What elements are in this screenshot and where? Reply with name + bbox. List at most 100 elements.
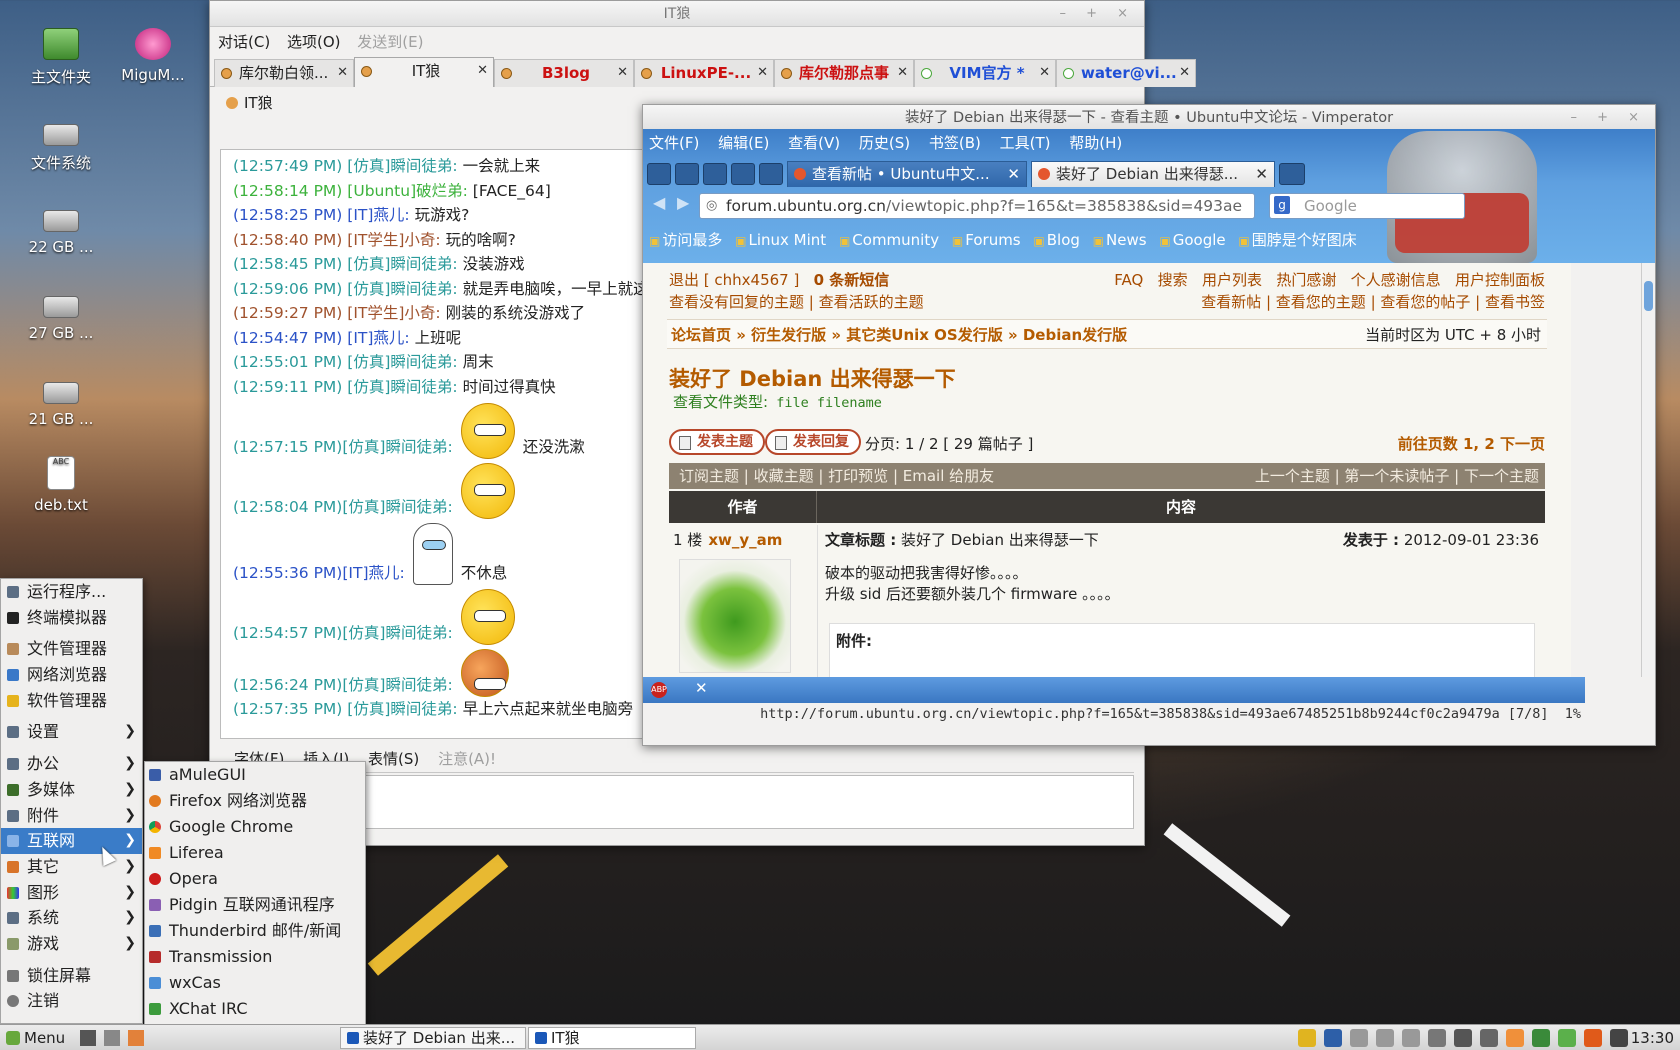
hot-thanks-link[interactable]: 热门感谢: [1276, 271, 1336, 289]
update-manager-icon[interactable]: [1532, 1029, 1550, 1047]
pinned-tab-icon[interactable]: [759, 163, 783, 185]
close-tab-icon[interactable]: ✕: [757, 60, 768, 86]
weather-icon[interactable]: [1506, 1029, 1524, 1047]
menu-multimedia[interactable]: 多媒体 ❯: [1, 777, 142, 803]
menu-file-manager[interactable]: 文件管理器: [1, 636, 142, 662]
menu-system[interactable]: 系统 ❯: [1, 905, 142, 931]
file-manager-icon[interactable]: [104, 1030, 120, 1046]
search-link[interactable]: 搜索: [1158, 271, 1188, 289]
menu-conversation[interactable]: 对话(C): [218, 33, 270, 51]
bookmark-linux-mint[interactable]: Linux Mint: [735, 231, 826, 249]
close-tab-icon[interactable]: ✕: [477, 58, 488, 84]
tools-icon[interactable]: [1584, 1029, 1602, 1047]
menu-run-program[interactable]: 运行程序...: [1, 579, 142, 605]
bookmark-weibo-image[interactable]: 围脖是个好图床: [1238, 231, 1356, 249]
tab-vim-official[interactable]: VIM官方 * ✕: [914, 59, 1056, 87]
shield-icon[interactable]: [1558, 1029, 1576, 1047]
menu-history[interactable]: 历史(S): [859, 134, 910, 152]
menu-software-manager[interactable]: 软件管理器: [1, 688, 142, 714]
bookmark-forums[interactable]: Forums: [952, 231, 1021, 249]
pen-icon[interactable]: [1610, 1029, 1628, 1047]
faq-link[interactable]: FAQ: [1114, 271, 1143, 289]
volume-icon[interactable]: [1454, 1029, 1472, 1047]
post-reply-button[interactable]: 发表回复: [765, 429, 861, 455]
workspace-icon[interactable]: [1402, 1029, 1420, 1047]
app-thunderbird[interactable]: Thunderbird 邮件/新闻: [145, 918, 365, 944]
thanks-info-link[interactable]: 个人感谢信息: [1351, 271, 1441, 289]
new-tab-button[interactable]: [1279, 163, 1305, 185]
menu-help[interactable]: 帮助(H): [1069, 134, 1122, 152]
show-desktop-icon[interactable]: [80, 1030, 96, 1046]
menu-view[interactable]: 查看(V): [788, 134, 840, 152]
tab-water[interactable]: water@vi... ✕: [1056, 59, 1196, 87]
tab-kuerle-nadianshi[interactable]: 库尔勒那点事 ✕: [774, 59, 914, 87]
menu-edit[interactable]: 编辑(E): [718, 134, 769, 152]
menu-send-to[interactable]: 发送到(E): [357, 33, 423, 51]
topic-title[interactable]: 装好了 Debian 出来得瑟一下: [669, 363, 956, 393]
app-liferea[interactable]: Liferea: [145, 840, 365, 866]
avatar[interactable]: [679, 559, 791, 673]
tab-debian-topic[interactable]: 装好了 Debian 出来得瑟... ✕: [1031, 161, 1275, 187]
start-menu-button[interactable]: Menu: [0, 1025, 76, 1050]
app-xchat[interactable]: XChat IRC: [145, 996, 365, 1022]
topic-nav-right[interactable]: 上一个主题 | 第一个未读帖子 | 下一个主题: [1255, 463, 1539, 489]
new-topic-button[interactable]: 发表主题: [669, 429, 765, 455]
bookmark-blog[interactable]: Blog: [1033, 231, 1080, 249]
workspace-icon[interactable]: [1350, 1029, 1368, 1047]
private-messages-link[interactable]: 0 条新短信: [814, 271, 890, 289]
menu-other[interactable]: 其它 ❯: [1, 854, 142, 880]
window-titlebar[interactable]: IT狼 – + ×: [210, 1, 1144, 27]
app-firefox[interactable]: Firefox 网络浏览器: [145, 788, 365, 814]
menu-graphics[interactable]: 图形 ❯: [1, 880, 142, 906]
tray-app-icon[interactable]: [1298, 1029, 1316, 1047]
unanswered-topics-links[interactable]: 查看没有回复的主题 | 查看活跃的主题: [669, 293, 924, 311]
close-tab-icon[interactable]: ✕: [617, 60, 628, 86]
window-controls[interactable]: – + ×: [1059, 1, 1136, 27]
menu-logout[interactable]: 注销: [1, 988, 142, 1014]
window-controls[interactable]: – + ×: [1570, 105, 1647, 131]
page-scrollbar[interactable]: [1641, 263, 1655, 677]
post-author-link[interactable]: xw_y_am: [708, 531, 782, 549]
app-google-chrome[interactable]: Google Chrome: [145, 814, 365, 840]
close-tab-icon[interactable]: ✕: [1007, 162, 1020, 186]
back-arrow-icon[interactable]: ◀: [653, 193, 665, 212]
close-tab-icon[interactable]: ✕: [897, 60, 908, 86]
close-icon[interactable]: ✕: [695, 679, 708, 697]
menu-web-browser[interactable]: 网络浏览器: [1, 662, 142, 688]
menu-internet[interactable]: 互联网 ❯: [1, 828, 142, 854]
workspace-switcher-icon[interactable]: [1324, 1029, 1342, 1047]
app-opera[interactable]: Opera: [145, 866, 365, 892]
menu-terminal[interactable]: 终端模拟器: [1, 605, 142, 631]
window-titlebar[interactable]: 装好了 Debian 出来得瑟一下 - 查看主题 • Ubuntu中文论坛 - …: [643, 105, 1655, 131]
menu-options[interactable]: 选项(O): [287, 33, 341, 51]
desktop-icon-migu[interactable]: MiguM...: [98, 28, 208, 84]
menu-bookmarks[interactable]: 书签(B): [929, 134, 981, 152]
topic-actions-left[interactable]: 订阅主题 | 收藏主题 | 打印预览 | Email 给朋友: [679, 467, 994, 485]
tab-new-posts[interactable]: 查看新帖 • Ubuntu中文... ✕: [787, 161, 1027, 187]
bookmark-most-visited[interactable]: 访问最多: [649, 231, 722, 249]
close-tab-icon[interactable]: ✕: [1039, 60, 1050, 86]
close-tab-icon[interactable]: ✕: [337, 60, 348, 86]
app-amulegui[interactable]: aMuleGUI: [145, 762, 365, 788]
user-control-panel-link[interactable]: 用户控制面板: [1455, 271, 1545, 289]
taskbar-task-browser[interactable]: 装好了 Debian 出来...: [340, 1027, 526, 1049]
desktop-icon-27gb[interactable]: 27 GB ...: [6, 288, 116, 342]
tab-b3log[interactable]: B3log ✕: [494, 59, 634, 87]
firefox-icon[interactable]: [128, 1030, 144, 1046]
menu-file[interactable]: 文件(F): [649, 134, 699, 152]
tab-kuerle-bailing[interactable]: 库尔勒白领... ✕: [214, 59, 354, 87]
app-pidgin[interactable]: Pidgin 互联网通讯程序: [145, 892, 365, 918]
clock[interactable]: 13:30: [1631, 1025, 1674, 1050]
menu-lock-screen[interactable]: 锁住屏幕: [1, 963, 142, 989]
pinned-tab-icon[interactable]: [731, 163, 755, 185]
bookmark-news[interactable]: News: [1093, 231, 1147, 249]
menu-settings[interactable]: 设置 ❯: [1, 719, 142, 745]
bookmark-google[interactable]: Google: [1159, 231, 1225, 249]
bookmark-community[interactable]: Community: [839, 231, 939, 249]
menu-tools[interactable]: 工具(T): [1000, 134, 1051, 152]
desktop-icon-22gb[interactable]: 22 GB ...: [6, 202, 116, 256]
adblock-plus-icon[interactable]: ABP: [651, 682, 667, 698]
pinned-tab-icon[interactable]: [703, 163, 727, 185]
goto-page-links[interactable]: 前往页数 1, 2 下一页: [1398, 433, 1545, 454]
menu-games[interactable]: 游戏 ❯: [1, 931, 142, 957]
